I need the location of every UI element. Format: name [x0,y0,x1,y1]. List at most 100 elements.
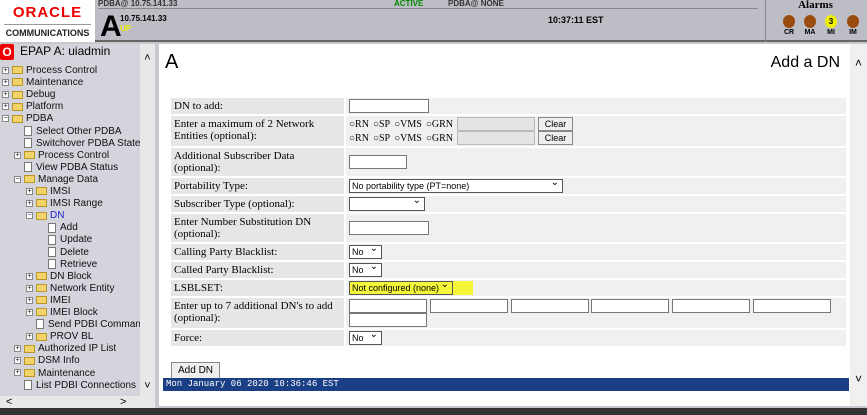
additional-dn-input[interactable] [429,299,508,313]
collapse-icon[interactable]: − [2,115,9,123]
clear-button[interactable]: Clear [537,131,574,145]
expand-icon[interactable]: + [26,272,33,280]
folder-icon [36,199,47,208]
dn-input[interactable] [349,99,429,113]
sidebar-item-label: View PDBA Status [36,161,119,173]
folder-icon [12,78,23,87]
calling-blacklist-select[interactable]: No [349,243,382,259]
additional-dn-input[interactable] [591,299,670,313]
additional-dn-input[interactable] [349,313,427,327]
document-icon [48,258,56,269]
scroll-down-icon[interactable]: ˅ [850,372,867,386]
expand-icon[interactable]: + [2,103,9,111]
sidebar-item[interactable]: + IMSI [26,186,71,198]
additional-dn-input[interactable] [510,299,589,313]
radio-sp[interactable]: ○SP [373,119,390,130]
expand-icon[interactable]: + [14,151,21,159]
radio-vms[interactable]: ○VMS [394,119,422,130]
scroll-right-icon[interactable]: > [120,396,126,408]
sidebar-item-label: Network Entity [50,282,115,294]
expand-icon[interactable]: + [14,357,21,365]
document-icon [24,125,32,136]
clear-button[interactable]: Clear [537,117,574,131]
sidebar-vertical-scrollbar[interactable]: ˄ ˅ [140,44,155,396]
alarm-label: MI [827,29,835,36]
sidebar-item[interactable]: Retrieve [38,259,97,271]
sidebar-item[interactable]: − PDBA [2,113,53,125]
called-blacklist-select[interactable]: No [349,261,382,277]
radio-sp[interactable]: ○SP [373,133,390,144]
radio-rn[interactable]: ○RN [349,119,369,130]
folder-icon [12,114,23,123]
additional-dn-input[interactable] [672,299,750,313]
expand-icon[interactable]: + [26,199,33,207]
sidebar-item[interactable]: + IMEI Block [26,307,98,319]
main-vertical-scrollbar[interactable]: ˄ ˅ [850,44,867,406]
expand-icon[interactable]: + [2,66,9,74]
radio-grn[interactable]: ○GRN [426,133,453,144]
sidebar-item[interactable]: − DN [26,210,64,222]
oracle-logo: ORACLE COMMUNICATIONS [0,0,95,42]
scroll-down-icon[interactable]: ˅ [140,380,155,392]
sidebar-item[interactable]: Delete [38,247,89,259]
sidebar-item[interactable]: + Maintenance [2,77,83,89]
scroll-up-icon[interactable]: ˄ [850,56,867,70]
expand-icon[interactable]: + [2,91,9,99]
sidebar-item-label: IMEI Block [50,307,98,318]
add-dn-button[interactable]: Add DN [171,362,221,379]
expand-icon[interactable]: + [2,78,9,86]
collapse-icon[interactable]: − [26,212,33,220]
expand-icon[interactable]: + [26,308,33,316]
sidebar-item[interactable]: Switchover PDBA State [14,138,141,150]
sidebar-item-label: Debug [26,89,56,101]
alarm-light-icon: 3 [825,15,837,28]
sidebar-item[interactable]: + Maintenance [14,368,95,380]
asd-input[interactable] [349,155,407,169]
force-select[interactable]: No [349,329,382,345]
folder-icon [12,66,23,75]
sidebar-item[interactable]: + DSM Info [14,355,80,367]
subscriber-type-select[interactable] [349,195,425,211]
expand-icon[interactable]: + [14,345,21,353]
sidebar-item[interactable]: Send PDBI Command [26,319,146,331]
sidebar-item[interactable]: View PDBA Status [14,162,118,174]
sidebar-item-label: Send PDBI Command [48,319,147,331]
lsblset-select[interactable]: Not configured (none) [349,279,453,295]
radio-rn[interactable]: ○RN [349,133,369,144]
sidebar-item[interactable]: + Process Control [14,150,109,162]
alarm-mi[interactable]: 3 MI [824,15,838,36]
sidebar-item[interactable]: + IMSI Range [26,198,103,210]
expand-icon[interactable]: + [26,333,33,341]
sidebar-item[interactable]: − Manage Data [14,174,98,186]
sidebar-item[interactable]: Update [38,234,92,246]
additional-dn-input[interactable] [349,299,427,313]
expand-icon[interactable]: + [26,296,33,304]
alarm-cr[interactable]: CR [782,15,796,36]
sidebar-item[interactable]: + PROV BL [26,331,93,343]
sidebar-item[interactable]: + Platform [2,101,63,113]
radio-vms[interactable]: ○VMS [394,133,422,144]
portability-type-select[interactable]: No portability type (PT=none) [349,177,563,193]
scroll-left-icon[interactable]: < [6,396,12,408]
sidebar-item[interactable]: + Authorized IP List [14,343,116,355]
sidebar-item[interactable]: + IMEI [26,295,71,307]
sidebar-item[interactable]: + Process Control [2,65,97,77]
scroll-up-icon[interactable]: ˄ [140,52,155,64]
expand-icon[interactable]: + [14,369,21,377]
expand-icon[interactable]: + [26,187,33,195]
nsdn-input[interactable] [349,221,429,235]
alarm-ma[interactable]: MA [803,15,817,36]
expand-icon[interactable]: + [26,284,33,292]
network-entity-input[interactable] [457,117,536,131]
sidebar-item[interactable]: + Network Entity [26,283,114,295]
radio-grn[interactable]: ○GRN [426,119,453,130]
additional-dn-input[interactable] [752,299,831,313]
alarm-im[interactable]: IM [846,15,860,36]
sidebar-item[interactable]: + DN Block [26,271,92,283]
sidebar-item[interactable]: Add [38,222,78,234]
sidebar-item[interactable]: List PDBI Connections [14,380,136,392]
collapse-icon[interactable]: − [14,175,21,183]
sidebar-item[interactable]: Select Other PDBA [14,126,122,138]
sidebar-item[interactable]: + Debug [2,89,55,101]
network-entity-input[interactable] [457,131,536,145]
